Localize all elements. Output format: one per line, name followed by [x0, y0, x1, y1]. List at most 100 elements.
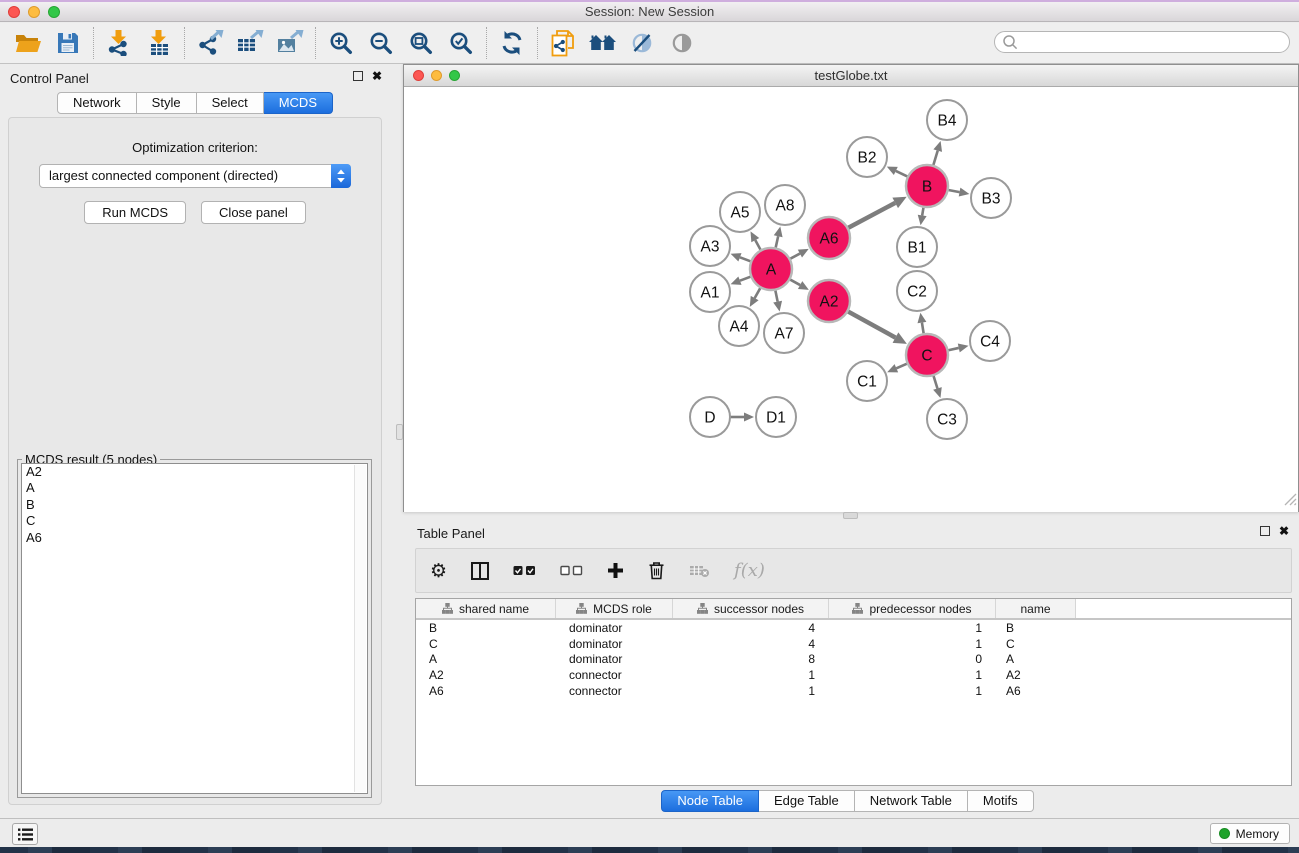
- deselect-all-icon[interactable]: [560, 565, 583, 576]
- graph-node-A6[interactable]: A6: [808, 217, 850, 259]
- tab-select[interactable]: Select: [197, 92, 264, 114]
- close-panel-button[interactable]: Close panel: [201, 201, 306, 224]
- graph-node-B[interactable]: B: [906, 165, 948, 207]
- save-session-icon[interactable]: [48, 26, 88, 60]
- zoom-out-icon[interactable]: [361, 26, 401, 60]
- tab-network[interactable]: Network: [57, 92, 137, 114]
- column-header-shared-name[interactable]: shared name: [416, 599, 556, 618]
- graph-node-A7[interactable]: A7: [764, 313, 804, 353]
- cell: C: [996, 637, 1076, 651]
- column-header-successor-nodes[interactable]: successor nodes: [673, 599, 829, 618]
- add-row-icon[interactable]: [607, 562, 624, 579]
- graph-node-A[interactable]: A: [750, 248, 792, 290]
- column-header-predecessor-nodes[interactable]: predecessor nodes: [829, 599, 996, 618]
- graph-node-B4[interactable]: B4: [927, 100, 967, 140]
- network-canvas[interactable]: A A1 A2 A3 A4 A5 A6 A7 A8 B B1 B2 B3 B4 C C1 C2 C3C4 D D1: [404, 87, 1298, 512]
- graph-node-A3[interactable]: A3: [690, 226, 730, 266]
- tab-node-table[interactable]: Node Table: [661, 790, 759, 812]
- table-row[interactable]: A6connector11A6: [416, 683, 1291, 699]
- graph-node-C1[interactable]: C1: [847, 361, 887, 401]
- close-table-panel-icon[interactable]: ✖: [1279, 526, 1289, 536]
- graph-node-C[interactable]: C: [906, 334, 948, 376]
- tab-edge-table[interactable]: Edge Table: [759, 790, 855, 812]
- table-row[interactable]: Cdominator41C: [416, 636, 1291, 652]
- graph-node-A2[interactable]: A2: [808, 280, 850, 322]
- graph-node-B1[interactable]: B1: [897, 227, 937, 267]
- graph-edge-A6-B[interactable]: [846, 203, 895, 229]
- graph-node-B3[interactable]: B3: [971, 178, 1011, 218]
- table-row[interactable]: Adominator80A: [416, 652, 1291, 668]
- select-all-icon[interactable]: [513, 565, 536, 576]
- column-header-name[interactable]: name: [996, 599, 1076, 618]
- cell: 0: [829, 652, 996, 666]
- result-item[interactable]: C: [22, 513, 367, 529]
- copy-network-icon[interactable]: [543, 26, 583, 60]
- hide-graphics-icon[interactable]: [623, 26, 663, 60]
- export-table-icon[interactable]: [230, 26, 270, 60]
- svg-text:A5: A5: [731, 205, 750, 222]
- hierarchy-icon: [852, 603, 863, 614]
- graph-node-B2[interactable]: B2: [847, 137, 887, 177]
- cell: 1: [829, 684, 996, 698]
- graph-node-A5[interactable]: A5: [720, 192, 760, 232]
- result-scrollbar[interactable]: [354, 465, 366, 792]
- export-network-icon[interactable]: [190, 26, 230, 60]
- graph-node-C3[interactable]: C3: [927, 399, 967, 439]
- column-header-MCDS-role[interactable]: MCDS role: [556, 599, 673, 618]
- svg-text:B4: B4: [938, 113, 957, 130]
- result-item[interactable]: A2: [22, 464, 367, 480]
- zoom-window-button[interactable]: [48, 6, 60, 18]
- tab-motifs[interactable]: Motifs: [968, 790, 1034, 812]
- graph-node-D1[interactable]: D1: [756, 397, 796, 437]
- delete-row-icon[interactable]: [648, 561, 665, 580]
- control-panel-tabs: NetworkStyleSelectMCDS: [0, 92, 390, 114]
- search-input[interactable]: [1018, 33, 1289, 51]
- gear-icon[interactable]: ⚙: [430, 561, 447, 581]
- import-table-icon[interactable]: [139, 26, 179, 60]
- zoom-fit-icon[interactable]: [401, 26, 441, 60]
- graph-node-C4[interactable]: C4: [970, 321, 1010, 361]
- export-image-icon[interactable]: [270, 26, 310, 60]
- resize-grip-icon[interactable]: [1284, 493, 1297, 511]
- zoom-in-icon[interactable]: [321, 26, 361, 60]
- network-close-button[interactable]: [413, 70, 424, 81]
- graph-node-A4[interactable]: A4: [719, 306, 759, 346]
- close-window-button[interactable]: [8, 6, 20, 18]
- result-item[interactable]: A: [22, 480, 367, 496]
- vertical-split-handle[interactable]: [396, 424, 403, 440]
- graph-node-A8[interactable]: A8: [765, 185, 805, 225]
- graph-node-A1[interactable]: A1: [690, 272, 730, 312]
- home-layout-icon[interactable]: [583, 26, 623, 60]
- graph-node-D[interactable]: D: [690, 397, 730, 437]
- table-row[interactable]: A2connector11A2: [416, 667, 1291, 683]
- tab-network-table[interactable]: Network Table: [855, 790, 968, 812]
- float-panel-icon[interactable]: [353, 71, 363, 81]
- split-columns-icon[interactable]: [471, 562, 489, 580]
- run-mcds-button[interactable]: Run MCDS: [84, 201, 186, 224]
- open-session-icon[interactable]: [8, 26, 48, 60]
- network-minimize-button[interactable]: [431, 70, 442, 81]
- table-row[interactable]: Bdominator41B: [416, 620, 1291, 636]
- refresh-icon[interactable]: [492, 26, 532, 60]
- criterion-dropdown[interactable]: largest connected component (directed): [39, 164, 351, 188]
- graph-node-C2[interactable]: C2: [897, 271, 937, 311]
- cell: A: [996, 652, 1076, 666]
- control-panel: Control Panel ✖ NetworkStyleSelectMCDS O…: [0, 64, 390, 818]
- show-graphics-icon[interactable]: [663, 26, 703, 60]
- horizontal-split-handle[interactable]: [843, 512, 858, 519]
- zoom-selected-icon[interactable]: [441, 26, 481, 60]
- close-panel-icon[interactable]: ✖: [372, 71, 382, 81]
- result-item[interactable]: B: [22, 497, 367, 513]
- float-table-panel-icon[interactable]: [1260, 526, 1270, 536]
- search-field[interactable]: [994, 31, 1290, 53]
- memory-button[interactable]: Memory: [1210, 823, 1290, 844]
- task-history-button[interactable]: [12, 823, 38, 845]
- tab-style[interactable]: Style: [137, 92, 197, 114]
- result-item[interactable]: A6: [22, 530, 367, 546]
- graph-edge-A2-C[interactable]: [846, 310, 896, 337]
- minimize-window-button[interactable]: [28, 6, 40, 18]
- tab-mcds[interactable]: MCDS: [264, 92, 333, 114]
- import-network-icon[interactable]: [99, 26, 139, 60]
- edge-arrowhead: [958, 344, 969, 353]
- network-zoom-button[interactable]: [449, 70, 460, 81]
